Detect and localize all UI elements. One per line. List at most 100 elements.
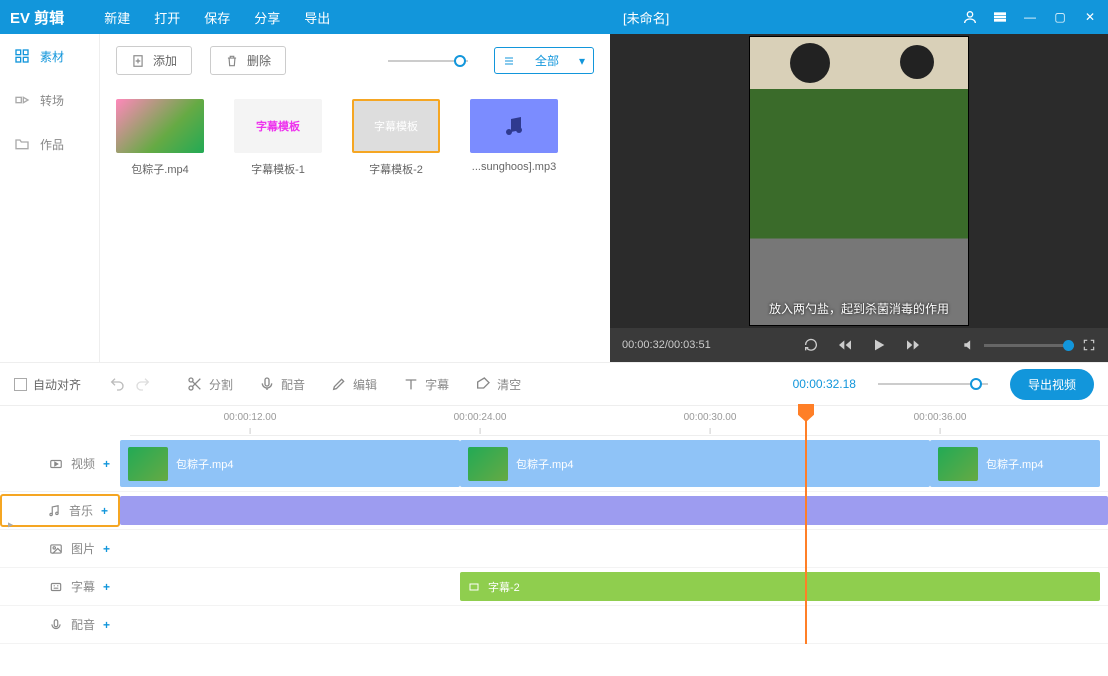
ruler-tick: 00:00:30.00 <box>684 412 737 423</box>
track-label-video: 视频+ <box>0 455 120 472</box>
menu-save[interactable]: 保存 <box>204 8 230 27</box>
delete-button[interactable]: 删除 <box>210 46 286 75</box>
asset-thumbs: 包粽子.mp4 字幕模板字幕模板-1 字幕模板字幕模板-2 ...sunghoo… <box>116 99 594 177</box>
auto-align-checkbox[interactable]: 自动对齐 <box>14 376 81 393</box>
rewind-icon[interactable] <box>837 337 853 353</box>
volume-icon <box>962 338 976 352</box>
asset-item[interactable]: 字幕模板字幕模板-2 <box>352 99 440 177</box>
menu-open[interactable]: 打开 <box>154 8 180 27</box>
broom-icon <box>475 376 491 392</box>
track-label-dub: 配音+ <box>0 616 120 633</box>
nav-works[interactable]: 作品 <box>0 122 99 166</box>
add-icon <box>131 54 145 68</box>
chevron-down-icon: ▾ <box>579 54 585 68</box>
add-image-track[interactable]: + <box>103 542 110 556</box>
add-subtitle-track[interactable]: + <box>103 580 110 594</box>
subtitle-tool[interactable]: 字幕 <box>395 376 457 393</box>
subtitle-icon <box>49 580 63 594</box>
add-video-track[interactable]: + <box>103 457 110 471</box>
subtitle-clip[interactable]: 字幕-2 <box>460 572 1100 601</box>
nav-assets-label: 素材 <box>40 48 64 65</box>
forward-icon[interactable] <box>905 337 921 353</box>
timeline: 00:00:12.00 00:00:24.00 00:00:30.00 00:0… <box>0 406 1108 644</box>
add-button[interactable]: 添加 <box>116 46 192 75</box>
maximize-icon[interactable]: ▢ <box>1052 9 1068 25</box>
image-icon <box>49 542 63 556</box>
menu-new[interactable]: 新建 <box>104 8 130 27</box>
asset-item[interactable]: 包粽子.mp4 <box>116 99 204 177</box>
volume-control[interactable] <box>962 338 1096 352</box>
preview-video: 放入两勺盐，起到杀菌消毒的作用 <box>749 36 969 326</box>
trash-icon <box>225 54 239 68</box>
ruler-tick: 00:00:12.00 <box>224 412 277 423</box>
zoom-slider[interactable] <box>878 383 988 385</box>
play-icon[interactable] <box>871 337 887 353</box>
side-nav: 素材 转场 作品 <box>0 34 100 362</box>
titlebar: EV 剪辑 新建 打开 保存 分享 导出 [未命名] — ▢ ✕ <box>0 0 1108 34</box>
minimize-icon[interactable]: — <box>1022 9 1038 25</box>
mic-icon <box>49 618 63 632</box>
redo-icon[interactable] <box>135 376 151 392</box>
folder-icon <box>14 136 30 152</box>
asset-item[interactable]: 字幕模板字幕模板-1 <box>234 99 322 177</box>
music-clip[interactable] <box>120 496 1108 525</box>
ruler-tick: 00:00:24.00 <box>454 412 507 423</box>
nav-assets[interactable]: 素材 <box>0 34 99 78</box>
export-video-button[interactable]: 导出视频 <box>1010 369 1094 400</box>
dub-track: 配音+ <box>0 606 1108 644</box>
track-label-image: 图片+ <box>0 540 120 557</box>
window-controls: — ▢ ✕ <box>962 9 1098 25</box>
video-clip[interactable]: 包粽子.mp4 <box>460 440 930 487</box>
filter-dropdown[interactable]: 全部 ▾ <box>494 47 594 74</box>
add-music-track[interactable]: + <box>101 504 108 518</box>
preview-controls: 00:00:32/00:03:51 <box>610 328 1108 362</box>
asset-label: ...sunghoos].mp3 <box>470 161 558 173</box>
add-dub-track[interactable]: + <box>103 618 110 632</box>
playhead[interactable] <box>805 406 807 644</box>
expand-icon[interactable]: ▸ <box>8 520 13 531</box>
timecode-display: 00:00:32.18 <box>793 377 856 391</box>
split-tool[interactable]: 分割 <box>179 376 241 393</box>
nav-transition-label: 转场 <box>40 92 64 109</box>
menu-export[interactable]: 导出 <box>304 8 330 27</box>
list-icon <box>503 55 515 67</box>
fullscreen-icon[interactable] <box>1082 338 1096 352</box>
scissors-icon <box>187 376 203 392</box>
undo-icon[interactable] <box>109 376 125 392</box>
asset-label: 包粽子.mp4 <box>116 161 204 177</box>
music-track: 音乐+ <box>0 492 1108 530</box>
video-clip[interactable]: 包粽子.mp4 <box>120 440 460 487</box>
asset-item[interactable]: ...sunghoos].mp3 <box>470 99 558 177</box>
thumb-size-slider[interactable] <box>388 60 468 62</box>
app-logo: EV 剪辑 <box>10 7 64 28</box>
document-title: [未命名] <box>330 8 962 27</box>
music-note-icon <box>502 114 526 138</box>
time-ruler[interactable]: 00:00:12.00 00:00:24.00 00:00:30.00 00:0… <box>130 406 1108 436</box>
nav-works-label: 作品 <box>40 136 64 153</box>
preview-caption: 放入两勺盐，起到杀菌消毒的作用 <box>750 300 968 317</box>
add-label: 添加 <box>153 52 177 69</box>
track-label-subtitle: 字幕+ <box>0 578 120 595</box>
settings-icon[interactable] <box>992 9 1008 25</box>
asset-label: 字幕模板-2 <box>352 161 440 177</box>
pencil-icon <box>331 376 347 392</box>
ruler-tick: 00:00:36.00 <box>914 412 967 423</box>
clear-tool[interactable]: 清空 <box>467 376 529 393</box>
preview-stage[interactable]: 放入两勺盐，起到杀菌消毒的作用 <box>610 34 1108 328</box>
dub-tool[interactable]: 配音 <box>251 376 313 393</box>
user-icon[interactable] <box>962 9 978 25</box>
assets-toolbar: 添加 删除 全部 ▾ <box>116 46 594 75</box>
loop-icon[interactable] <box>803 337 819 353</box>
subtitle-track: ▸ 字幕+ 字幕-2 <box>0 568 1108 606</box>
menu-share[interactable]: 分享 <box>254 8 280 27</box>
delete-label: 删除 <box>247 52 271 69</box>
preview-time: 00:00:32/00:03:51 <box>622 339 711 351</box>
timeline-toolbar: 自动对齐 分割 配音 编辑 字幕 清空 00:00:32.18 导出视频 <box>0 362 1108 406</box>
video-clip[interactable]: 包粽子.mp4 <box>930 440 1100 487</box>
track-label-music[interactable]: 音乐+ <box>0 494 120 527</box>
close-icon[interactable]: ✕ <box>1082 9 1098 25</box>
nav-transition[interactable]: 转场 <box>0 78 99 122</box>
video-track: 视频+ 包粽子.mp4 包粽子.mp4 包粽子.mp4 <box>0 436 1108 492</box>
mic-icon <box>259 376 275 392</box>
edit-tool[interactable]: 编辑 <box>323 376 385 393</box>
